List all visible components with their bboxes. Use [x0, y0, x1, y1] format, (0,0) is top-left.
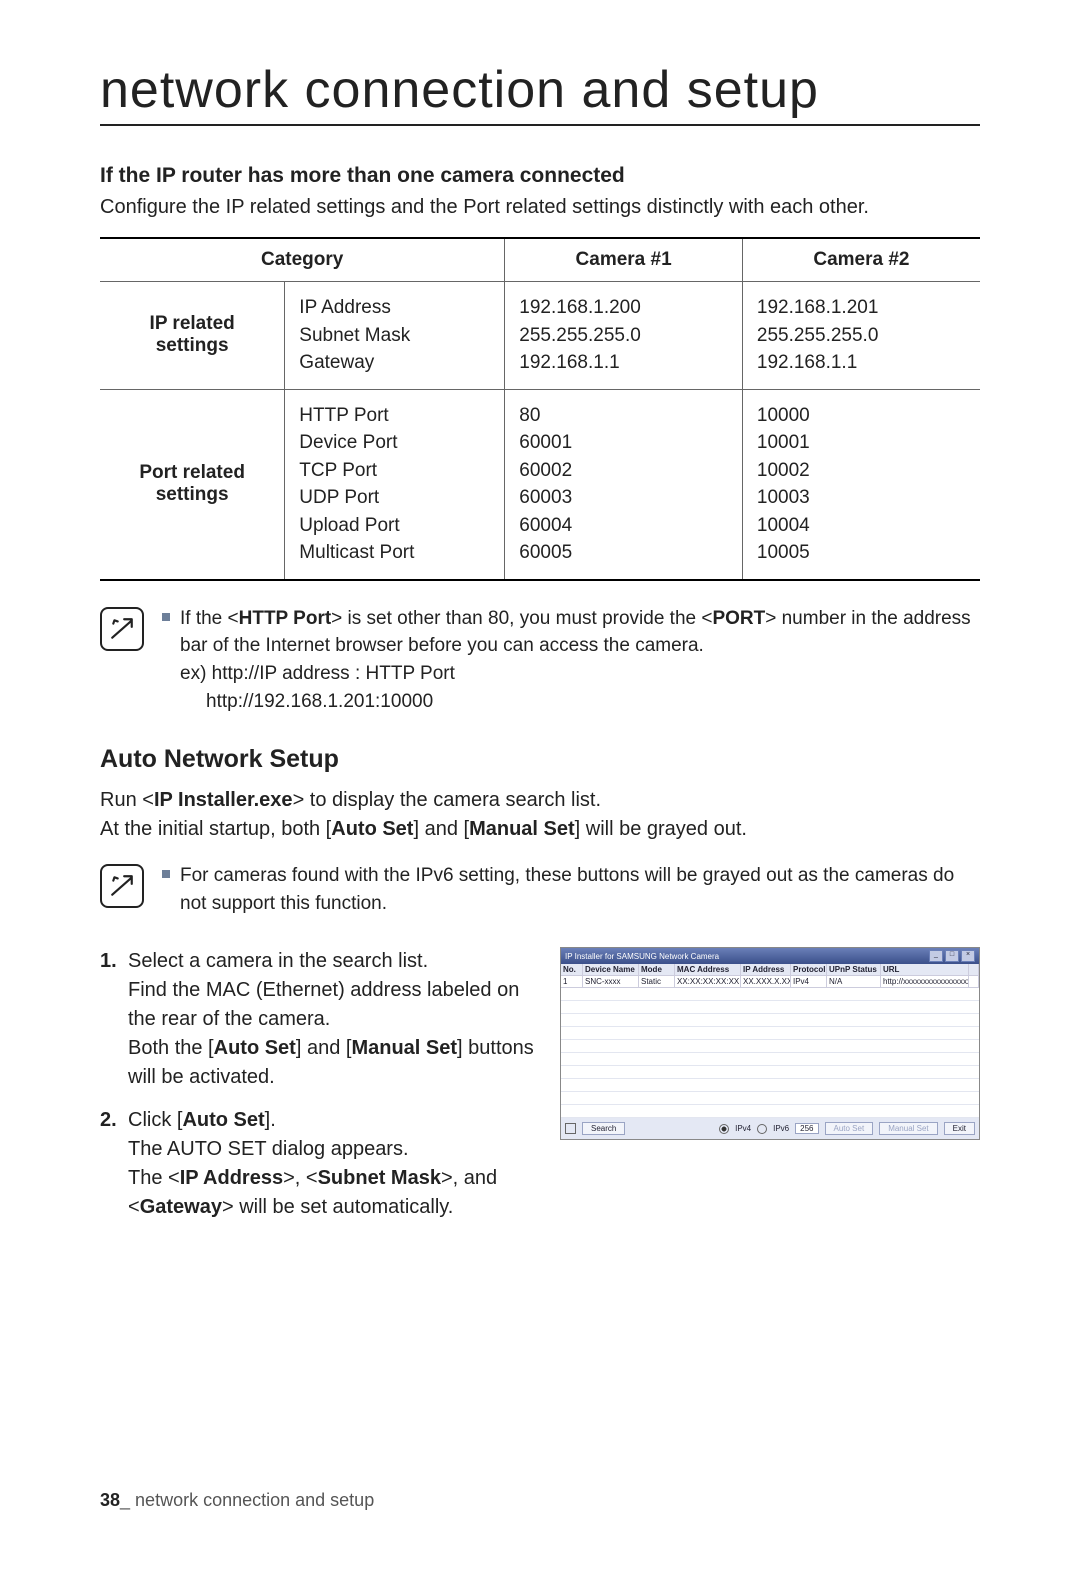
note-icon	[100, 607, 144, 651]
search-button[interactable]: Search	[582, 1122, 625, 1135]
section1-intro: Configure the IP related settings and th…	[100, 196, 980, 219]
ipv6-radio[interactable]	[757, 1124, 767, 1134]
note1-text: If the <HTTP Port> is set other than 80,…	[162, 605, 980, 715]
th-category: Category	[100, 238, 505, 282]
scr-header-row: No. Device Name Mode MAC Address IP Addr…	[561, 964, 979, 976]
installer-screenshot: IP Installer for SAMSUNG Network Camera …	[560, 947, 980, 1140]
autoset-button[interactable]: Auto Set	[825, 1122, 874, 1135]
page-title: network connection and setup	[100, 60, 980, 126]
ipv4-radio[interactable]	[719, 1124, 729, 1134]
manualset-button[interactable]: Manual Set	[879, 1122, 937, 1135]
table-row: IP related settings IP Address Subnet Ma…	[100, 282, 980, 390]
exit-button[interactable]: Exit	[944, 1122, 975, 1135]
scr-title: IP Installer for SAMSUNG Network Camera	[565, 952, 719, 961]
note-block-1: If the <HTTP Port> is set other than 80,…	[100, 605, 980, 715]
note2-text: For cameras found with the IPv6 setting,…	[162, 862, 980, 917]
table-row: Port related settings HTTP Port Device P…	[100, 389, 980, 580]
note-icon	[100, 864, 144, 908]
section2-body: Run <IP Installer.exe> to display the ca…	[100, 786, 980, 844]
minimize-icon[interactable]: _	[929, 950, 943, 962]
row-labels: HTTP Port Device Port TCP Port UDP Port …	[285, 389, 505, 580]
section1-heading: If the IP router has more than one camer…	[100, 164, 980, 188]
scr-data-row[interactable]: 1 SNC-xxxx Static XX:XX:XX:XX:XX XX.XXX.…	[561, 976, 979, 988]
row-cat: IP related settings	[100, 282, 285, 390]
row-cat: Port related settings	[100, 389, 285, 580]
row-cam1: 80 60001 60002 60003 60004 60005	[505, 389, 743, 580]
row-cam2: 10000 10001 10002 10003 10004 10005	[742, 389, 980, 580]
settings-table: Category Camera #1 Camera #2 IP related …	[100, 237, 980, 581]
maximize-icon[interactable]: □	[945, 950, 959, 962]
close-icon[interactable]: ×	[961, 950, 975, 962]
section2-heading: Auto Network Setup	[100, 745, 980, 774]
th-cam1: Camera #1	[505, 238, 743, 282]
page-footer: 38_ network connection and setup	[100, 1490, 374, 1511]
row-cam2: 192.168.1.201 255.255.255.0 192.168.1.1	[742, 282, 980, 390]
note-block-2: For cameras found with the IPv6 setting,…	[100, 862, 980, 917]
th-cam2: Camera #2	[742, 238, 980, 282]
select-all-checkbox[interactable]	[565, 1123, 576, 1134]
step-1: Select a camera in the search list. Find…	[100, 947, 536, 1092]
count-field[interactable]: 256	[795, 1123, 818, 1134]
steps-list: Select a camera in the search list. Find…	[100, 947, 536, 1222]
row-labels: IP Address Subnet Mask Gateway	[285, 282, 505, 390]
row-cam1: 192.168.1.200 255.255.255.0 192.168.1.1	[505, 282, 743, 390]
step-2: Click [Auto Set]. The AUTO SET dialog ap…	[100, 1106, 536, 1222]
